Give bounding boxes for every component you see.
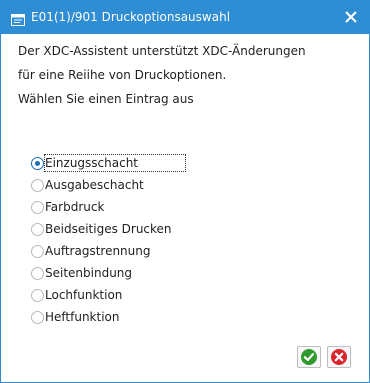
- message-line-2: für eine Reiihe von Druckoptionen.: [18, 68, 227, 82]
- radio-option-auftragstrennung[interactable]: Auftragstrennung: [31, 242, 191, 264]
- radio-selected-dot: [35, 161, 40, 166]
- radio-label: Auftragstrennung: [45, 244, 151, 258]
- radio-label: Seitenbindung: [45, 266, 133, 280]
- checkmark-icon: [301, 349, 317, 365]
- radio-label: Heftfunktion: [45, 310, 120, 324]
- print-option-radio-group: Einzugsschacht Ausgabeschacht Farbdruck …: [31, 154, 191, 330]
- message-text: Der XDC-Assistent unterstützt XDC-Änderu…: [18, 43, 306, 115]
- close-icon[interactable]: [341, 7, 361, 27]
- radio-label: Farbdruck: [45, 200, 105, 214]
- radio-label: Lochfunktion: [45, 288, 123, 302]
- radio-button[interactable]: [31, 179, 44, 192]
- radio-option-beidseitiges-drucken[interactable]: Beidseitiges Drucken: [31, 220, 191, 242]
- radio-label: Beidseitiges Drucken: [45, 222, 172, 236]
- message-line-3: Wählen Sie einen Eintrag aus: [18, 92, 194, 106]
- radio-button[interactable]: [31, 223, 44, 236]
- radio-option-einzugsschacht[interactable]: Einzugsschacht: [31, 154, 191, 176]
- radio-button[interactable]: [31, 289, 44, 302]
- cancel-button[interactable]: [327, 346, 351, 368]
- dialog-footer: [297, 346, 353, 368]
- radio-option-farbdruck[interactable]: Farbdruck: [31, 198, 191, 220]
- radio-button[interactable]: [31, 157, 44, 170]
- radio-button[interactable]: [31, 311, 44, 324]
- radio-option-heftfunktion[interactable]: Heftfunktion: [31, 308, 191, 330]
- radio-button[interactable]: [31, 267, 44, 280]
- radio-button[interactable]: [31, 245, 44, 258]
- title-bar[interactable]: E01(1)/901 Druckoptionsauswahl: [1, 1, 369, 34]
- radio-button[interactable]: [31, 201, 44, 214]
- radio-label: Einzugsschacht: [45, 156, 139, 170]
- message-line-1: Der XDC-Assistent unterstützt XDC-Änderu…: [18, 44, 306, 58]
- dialog-window: E01(1)/901 Druckoptionsauswahl Der XDC-A…: [0, 0, 370, 383]
- radio-option-seitenbindung[interactable]: Seitenbindung: [31, 264, 191, 286]
- confirm-button[interactable]: [297, 346, 321, 368]
- cancel-icon: [331, 349, 347, 365]
- radio-option-ausgabeschacht[interactable]: Ausgabeschacht: [31, 176, 191, 198]
- dialog-icon: [11, 11, 25, 26]
- window-title: E01(1)/901 Druckoptionsauswahl: [31, 10, 231, 24]
- radio-option-lochfunktion[interactable]: Lochfunktion: [31, 286, 191, 308]
- radio-label: Ausgabeschacht: [45, 178, 144, 192]
